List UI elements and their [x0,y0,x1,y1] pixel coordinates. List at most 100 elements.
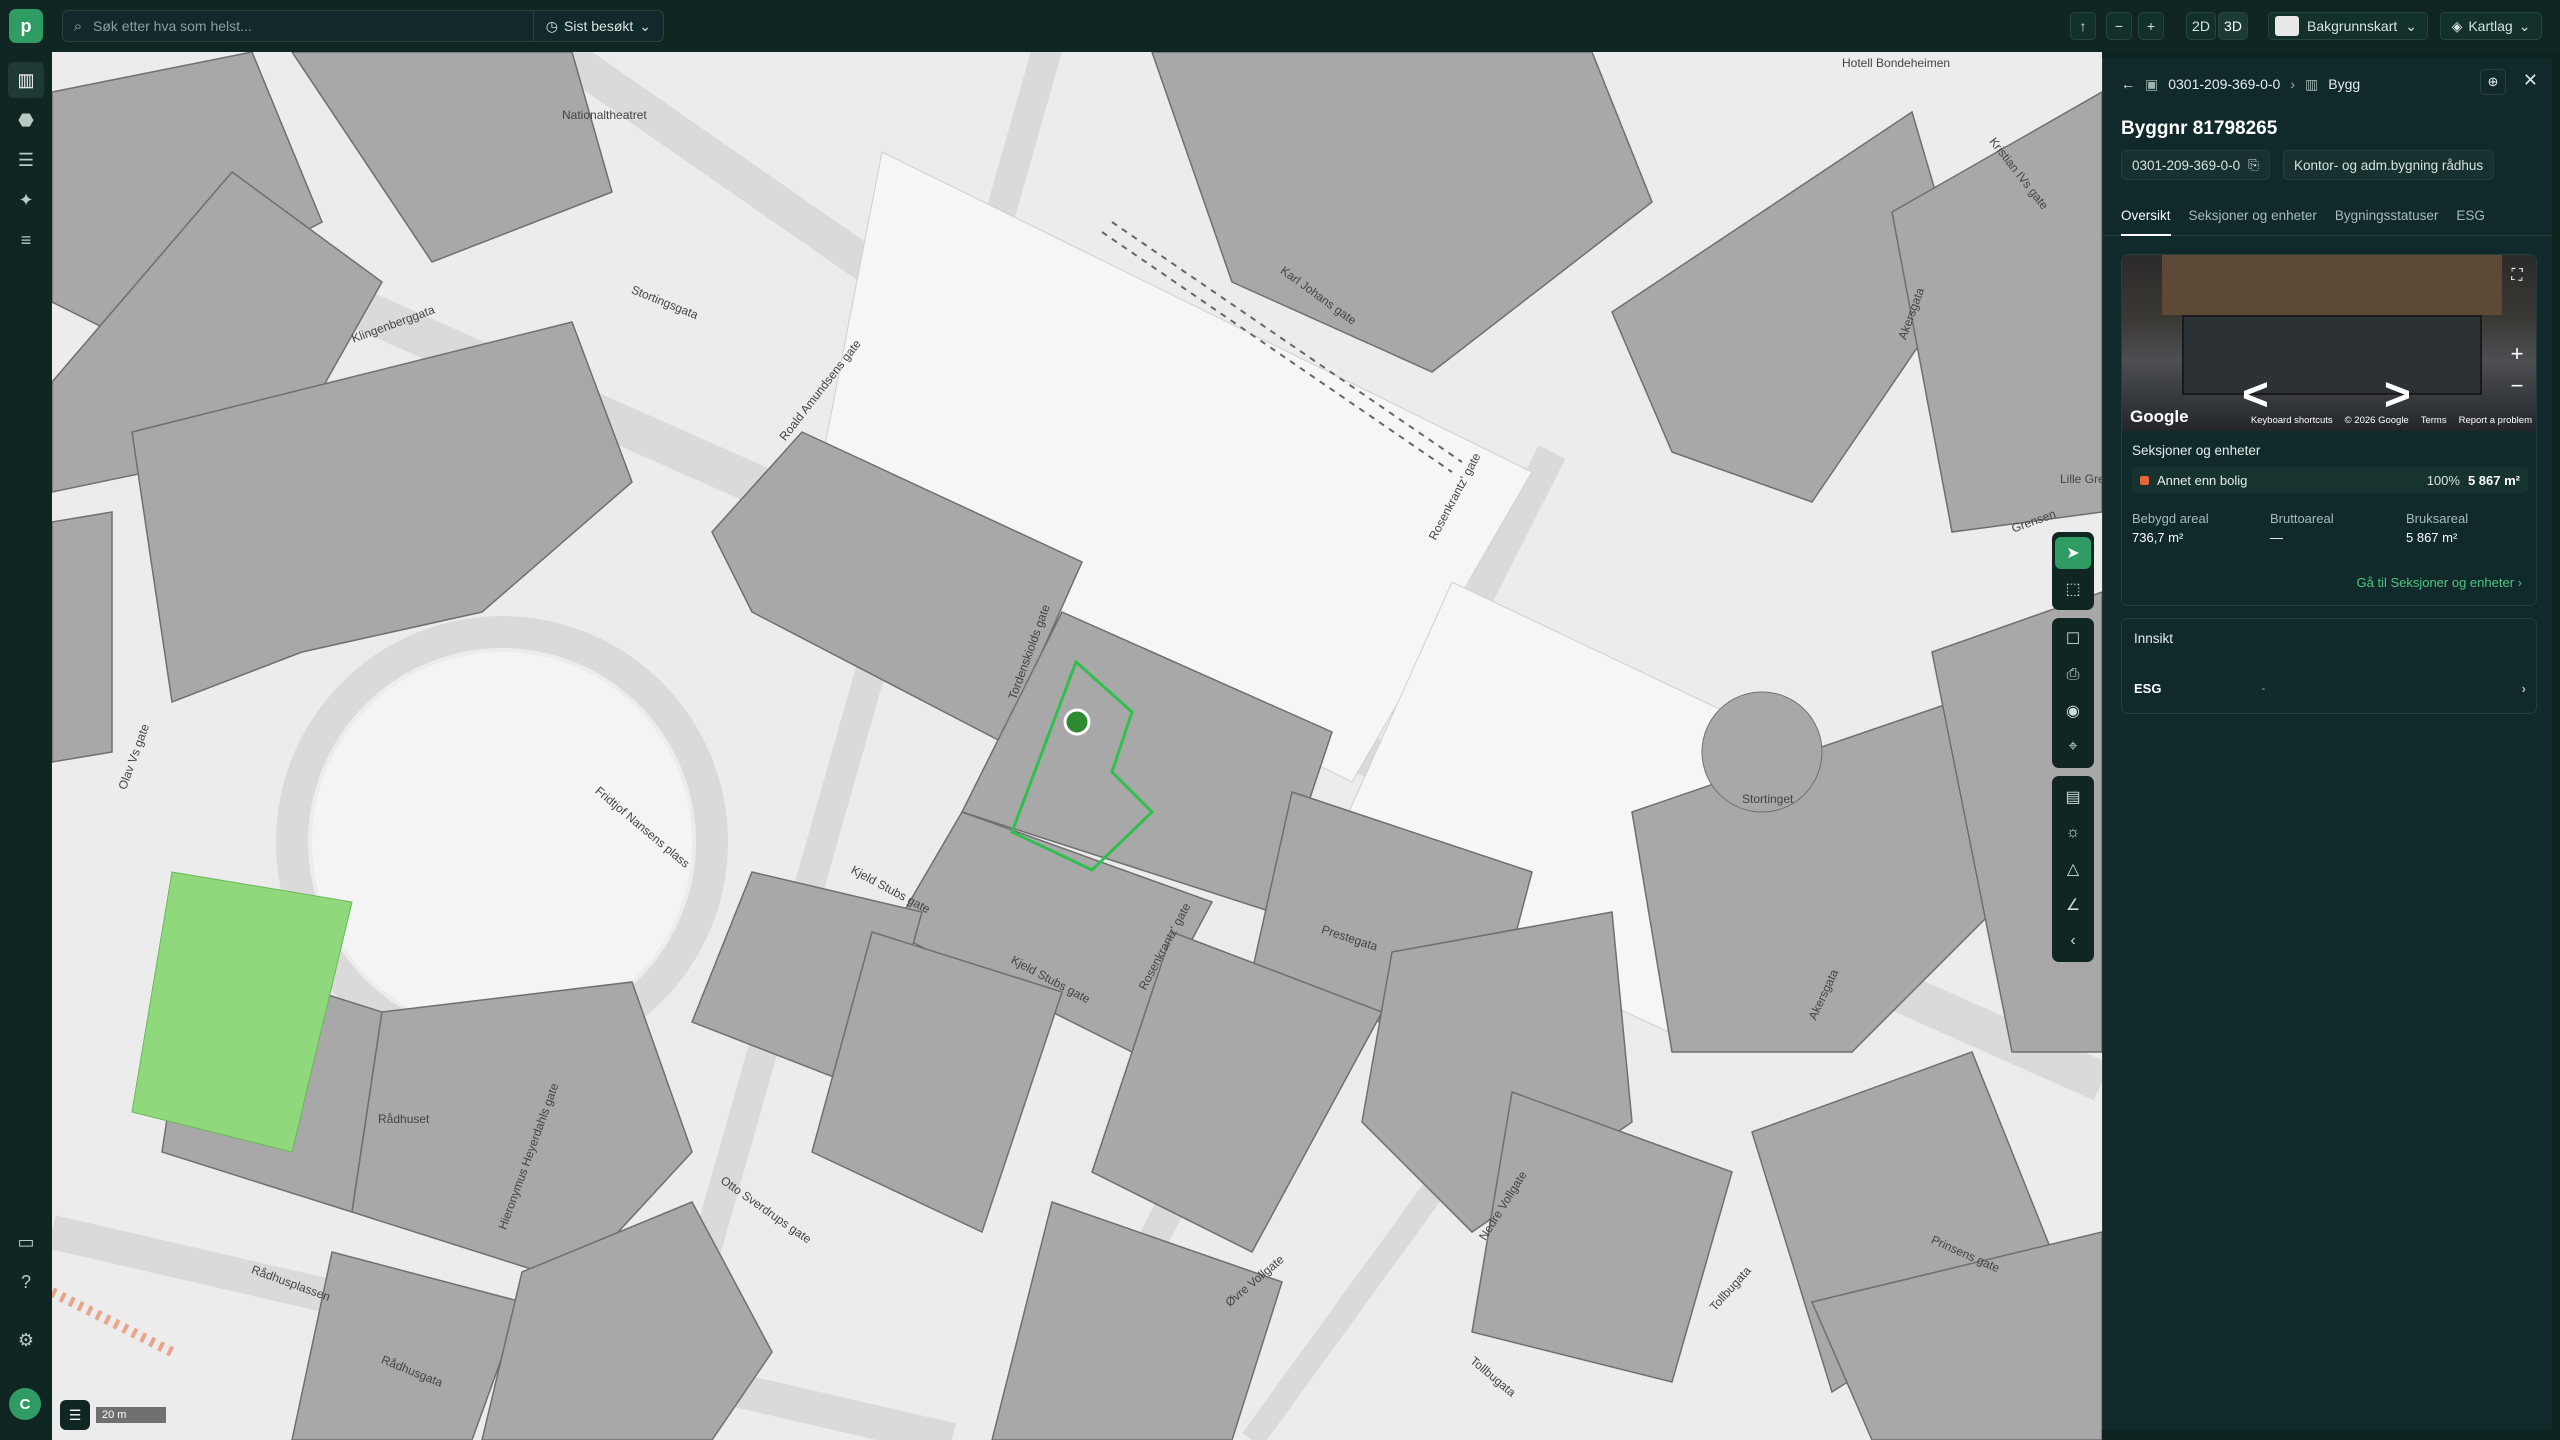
list-button[interactable]: ☰ [8,142,44,178]
street-view-footer: Keyboard shortcuts © 2026 Google Terms R… [2251,415,2532,426]
box-select-icon: ⬚ [2065,581,2081,598]
property-icon: ▣ [2145,75,2159,92]
zoom-out-button[interactable]: − [2106,12,2132,40]
tab-seksjoner[interactable]: Seksjoner og enheter [2189,196,2317,236]
street-view-zoom-out[interactable]: − [2504,373,2530,399]
view-2d-button[interactable]: 2D [2186,12,2216,40]
settings-button[interactable]: ⚙ [8,1322,44,1358]
list-icon: ☰ [17,149,35,170]
panel-tabs: Oversikt Seksjoner og enheter Bygningsst… [2103,196,2552,236]
select-tool-button[interactable]: ➤ [2055,537,2091,569]
help-icon: ? [20,1271,31,1292]
app-root: p ⌕ ◷ Sist besøkt ⌄ ↑ − + 2D 3D Bakgrunn… [0,0,2560,1440]
building-id-chip[interactable]: 0301-209-369-0-0 ⎘ [2121,150,2270,180]
stat-value: 736,7 m² [2132,530,2184,545]
messages-button[interactable]: ▭ [8,1224,44,1260]
focus-button[interactable]: ⊕ [2480,69,2506,95]
zoom-in-button[interactable]: + [2138,12,2164,40]
breadcrumb-property[interactable]: 0301-209-369-0-0 [2168,76,2280,92]
chevron-down-icon: ⌄ [639,17,651,34]
tab-oversikt[interactable]: Oversikt [2121,196,2171,236]
terms-link[interactable]: Terms [2421,415,2447,426]
keyboard-shortcuts-link[interactable]: Keyboard shortcuts [2251,415,2333,426]
chevron-down-icon: ⌄ [2518,17,2531,34]
street-view-back-arrow[interactable]: < [2242,367,2269,421]
section-color-swatch [2140,475,2149,485]
background-map-dropdown[interactable]: Bakgrunnskart ⌄ [2268,12,2428,40]
map-tools: ➤ ⬚ ☐ ⎙ ◉ ⌖ ▤ ☼ △ ∠ ‹ [2052,532,2094,970]
measure-button[interactable]: △ [2052,851,2094,887]
sun-button[interactable]: ☼ [2052,815,2094,851]
street-view-zoom-in[interactable]: + [2504,341,2530,367]
page-title: Byggnr 81798265 [2121,118,2278,139]
buildings-button[interactable]: ▤ [2052,779,2094,815]
esg-value: - [2261,682,2266,695]
close-icon: ✕ [2522,70,2538,90]
building-icon: ▥ [2305,75,2319,92]
breadcrumb-building[interactable]: Bygg [2328,76,2360,92]
tab-esg[interactable]: ESG [2456,196,2485,236]
legend-button[interactable]: ☰ [60,1400,90,1430]
view-tools: ▤ ☼ △ ∠ ‹ [2052,776,2094,962]
esg-row[interactable]: ESG - › [2134,681,2526,696]
fullscreen-icon[interactable]: ⛶ [2504,263,2530,289]
map-label: Rådhuset [378,1112,430,1126]
chevron-right-icon: › [2517,575,2522,590]
avatar[interactable]: C [9,1388,41,1420]
google-logo: Google [2130,407,2189,426]
stat-bebygd-areal: Bebygd areal 736,7 m² [2132,511,2209,545]
print-icon: ⎙ [2066,666,2080,683]
insight-title: Innsikt [2134,631,2174,646]
chevron-right-icon: › [2521,681,2526,696]
section-row: Annet enn bolig 100% 5 867 m² [2132,467,2528,493]
street-view[interactable]: < > ⛶ + − Google Keyboard shortcuts © 20… [2122,255,2536,431]
bookmark-button[interactable]: ☐ [2052,621,2094,657]
map-svg [52,52,2102,1440]
building-details-panel: ← ▣ 0301-209-369-0-0 › ▥ Bygg ⊕ ✕ Byggnr… [2102,58,2552,1430]
compass-button[interactable]: ↑ [2070,12,2096,40]
esg-label: ESG [2134,681,2162,696]
search-input[interactable] [93,11,533,41]
settings-icon: ⚙ [17,1329,35,1350]
map-label: Stortinget [1742,792,1794,806]
app-logo[interactable]: p [9,9,43,43]
sections-title: Seksjoner og enheter [2132,443,2261,458]
map-canvas[interactable]: Nationaltheatret Stortingsgata Klingenbe… [52,52,2102,1440]
chevron-left-icon: ‹ [2070,932,2076,949]
scale-label: 20 m [96,1407,166,1423]
building-id: 0301-209-369-0-0 [2132,157,2241,173]
bookmark-icon: ☐ [2065,631,2081,648]
goto-sections-link[interactable]: Gå til Seksjoner og enheter › [2356,575,2522,590]
target-icon: ⊕ [2487,74,2499,89]
street-view-forward-arrow[interactable]: > [2384,367,2411,421]
layers-dropdown[interactable]: ◈ Kartlag ⌄ [2440,12,2542,40]
legend-icon: ☰ [68,1406,82,1423]
filter-button[interactable]: ≡ [8,222,44,258]
copy-icon[interactable]: ⎘ [2248,157,2259,173]
compass-icon: ↑ [2079,18,2087,34]
box-select-button[interactable]: ⬚ [2052,571,2094,607]
ai-button[interactable]: ✦ [8,182,44,218]
map-view-button[interactable]: ▥ [8,62,44,98]
print-button[interactable]: ⎙ [2052,657,2094,693]
stat-label: Bruttoareal [2270,511,2334,526]
close-button[interactable]: ✕ [2523,70,2538,91]
tags-button[interactable]: ⬣ [8,102,44,138]
map-label: Hotell Bondeheimen [1842,56,1951,70]
recent-visited-dropdown[interactable]: ◷ Sist besøkt ⌄ [532,11,663,41]
screenshot-button[interactable]: ◉ [2052,693,2094,729]
sun-icon: ☼ [2065,824,2081,841]
help-button[interactable]: ? [8,1264,44,1300]
plaza-fill [312,652,692,1032]
layers-icon: ◈ [2451,17,2463,34]
back-icon[interactable]: ← [2121,76,2135,92]
selected-building-marker[interactable] [1063,708,1091,736]
view-3d-button[interactable]: 3D [2218,12,2248,40]
tab-bygningsstatuser[interactable]: Bygningsstatuser [2335,196,2439,236]
collapse-tools-button[interactable]: ‹ [2052,923,2094,959]
chat-icon: ▭ [17,1231,35,1252]
action-tools: ☐ ⎙ ◉ ⌖ [2052,618,2094,768]
report-problem-link[interactable]: Report a problem [2459,415,2532,426]
angle-button[interactable]: ∠ [2052,887,2094,923]
locate-button[interactable]: ⌖ [2052,729,2094,765]
